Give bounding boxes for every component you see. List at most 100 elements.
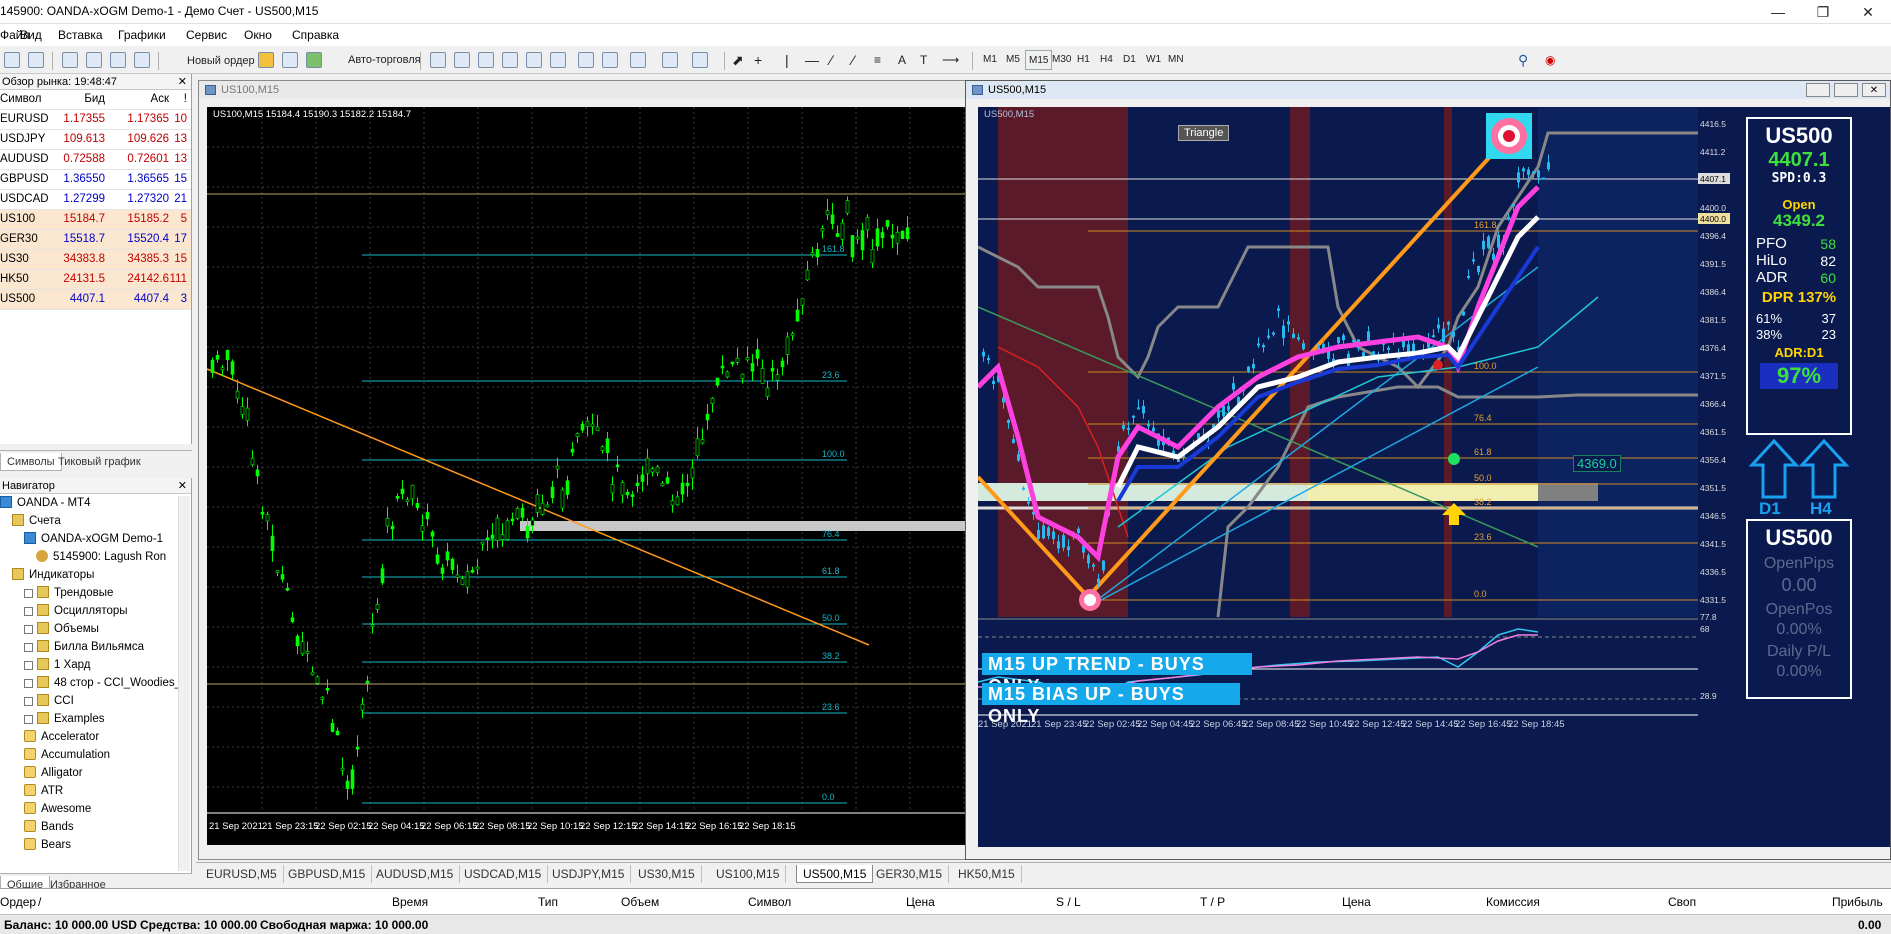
chart-us100-area[interactable]: 161.8 23.6 100.0 76.4 61.8 50.0 38.2 23.6 0.0 US… <box>207 107 965 845</box>
market-watch-row[interactable]: GER30 15518.7 15520.4 17 <box>0 230 191 250</box>
close-icon[interactable]: ✕ <box>178 478 187 494</box>
text-icon[interactable]: A <box>898 51 906 69</box>
column-symbol[interactable]: Символ <box>748 895 791 909</box>
chat-icon[interactable]: ◉ <box>1545 51 1555 69</box>
column-price[interactable]: Цена <box>906 895 935 909</box>
column-order[interactable]: Ордер <box>0 895 36 909</box>
fibonacci-icon[interactable]: ≡ <box>874 51 881 69</box>
timeframe-m1[interactable]: M1 <box>980 50 1000 70</box>
symbol-tab[interactable]: US100,M15 <box>710 865 787 883</box>
crosshair-icon[interactable]: + <box>754 51 762 69</box>
column-sl[interactable]: S / L <box>1056 895 1081 909</box>
menu-window[interactable]: Окно <box>244 28 272 42</box>
terminal-icon[interactable] <box>134 52 150 68</box>
column-sort[interactable]: / <box>38 895 41 909</box>
arrows-icon[interactable]: ⟶ <box>942 51 959 69</box>
column-profit[interactable]: Прибыль <box>1832 895 1883 909</box>
timeframe-mn[interactable]: MN <box>1165 50 1187 70</box>
periods-icon[interactable] <box>662 52 678 68</box>
cursor-icon[interactable]: ⬈ <box>732 51 744 69</box>
text-label-icon[interactable]: T <box>920 51 927 69</box>
expand-icon[interactable] <box>24 697 33 706</box>
navigator-item[interactable]: Awesome <box>0 800 191 818</box>
market-watch-row[interactable]: USDJPY 109.613 109.626 13 <box>0 130 191 150</box>
symbol-tab[interactable]: AUDUSD,M15 <box>370 865 461 883</box>
vertical-line-icon[interactable]: | <box>785 51 789 69</box>
column-ask[interactable]: Аск <box>151 93 169 105</box>
navigator-item[interactable]: Билла Вильямса <box>0 638 191 656</box>
market-watch-row[interactable]: EURUSD 1.17355 1.17365 10 <box>0 110 191 130</box>
navigator-item[interactable]: 48 стор - CCI_Woodies_L <box>0 674 191 692</box>
symbol-tab[interactable]: GER30,M15 <box>870 865 950 883</box>
navigator-item[interactable]: OANDA - MT4 <box>0 494 191 512</box>
navigator-item[interactable]: ATR <box>0 782 191 800</box>
market-watch-row[interactable]: AUDUSD 0.72588 0.72601 13 <box>0 150 191 170</box>
bar-chart-icon[interactable] <box>430 52 446 68</box>
expand-icon[interactable] <box>24 589 33 598</box>
chart-us100-canvas[interactable]: 161.8 23.6 100.0 76.4 61.8 50.0 38.2 23.6 0.0 <box>207 107 965 845</box>
templates-icon[interactable] <box>692 52 708 68</box>
minimize-button[interactable]: — <box>1755 0 1801 24</box>
symbol-tab[interactable]: GBPUSD,M15 <box>282 865 373 883</box>
zoom-in-icon[interactable] <box>502 52 518 68</box>
navigator-item[interactable]: 1 Хард <box>0 656 191 674</box>
menu-tools[interactable]: Сервис <box>186 28 227 42</box>
symbol-tab[interactable]: HK50,M15 <box>952 865 1022 883</box>
navigator-item[interactable]: Alligator <box>0 764 191 782</box>
timeframe-m5[interactable]: M5 <box>1003 50 1023 70</box>
new-chart-icon[interactable] <box>28 52 44 68</box>
column-tp[interactable]: T / P <box>1200 895 1225 909</box>
candlestick-icon[interactable] <box>454 52 470 68</box>
market-watch-row[interactable]: US500 4407.1 4407.4 3 <box>0 290 191 310</box>
autotrading-button[interactable]: Авто-торговля <box>330 51 421 69</box>
column-symbol[interactable]: Символ <box>0 93 41 105</box>
market-watch-row[interactable]: HK50 24131.5 24142.6 111 <box>0 270 191 290</box>
navigator-item[interactable]: Осцилляторы <box>0 602 191 620</box>
expand-icon[interactable] <box>24 643 33 652</box>
navigator-item[interactable]: 5145900: Lagush Ron <box>0 548 191 566</box>
column-volume[interactable]: Объем <box>621 895 659 909</box>
chart-window-us500-header[interactable]: US500,M15 ✕ <box>966 81 1890 99</box>
expand-icon[interactable] <box>24 679 33 688</box>
menu-charts[interactable]: Графики <box>118 28 166 42</box>
column-swap[interactable]: Своп <box>1668 895 1696 909</box>
expand-icon[interactable] <box>24 607 33 616</box>
navigator-item[interactable]: OANDA-xOGM Demo-1 <box>0 530 191 548</box>
meta-editor-icon[interactable] <box>258 52 274 68</box>
column-spread[interactable]: ! <box>184 93 187 105</box>
column-price-2[interactable]: Цена <box>1342 895 1371 909</box>
navigator-item[interactable]: Объемы <box>0 620 191 638</box>
symbol-tab[interactable]: USDCAD,M15 <box>458 865 549 883</box>
navigator-item[interactable]: Трендовые <box>0 584 191 602</box>
zoom-out-icon[interactable] <box>526 52 542 68</box>
close-icon[interactable]: ✕ <box>178 74 187 90</box>
timeframe-m30[interactable]: M30 <box>1049 50 1074 70</box>
navigator-item[interactable]: Счета <box>0 512 191 530</box>
symbol-tab[interactable]: USDJPY,M15 <box>546 865 632 883</box>
timeframe-w1[interactable]: W1 <box>1143 50 1164 70</box>
timeframe-h4[interactable]: H4 <box>1097 50 1116 70</box>
tile-windows-icon[interactable] <box>550 52 566 68</box>
navigator-icon[interactable] <box>110 52 126 68</box>
line-chart-icon[interactable] <box>478 52 494 68</box>
menu-insert[interactable]: Вставка <box>58 28 103 42</box>
profiles-icon[interactable] <box>4 52 20 68</box>
horizontal-line-icon[interactable]: — <box>805 51 819 69</box>
menu-view[interactable]: Вид <box>20 28 42 42</box>
indicators-icon[interactable] <box>630 52 646 68</box>
market-watch-icon[interactable] <box>62 52 78 68</box>
chart-window-us500[interactable]: US500,M15 ✕ US500,M15 Triangle 4416.5 441… <box>965 80 1891 860</box>
navigator-item[interactable]: Accumulation <box>0 746 191 764</box>
market-watch-row[interactable]: USDCAD 1.27299 1.27320 21 <box>0 190 191 210</box>
maximize-button[interactable]: ❐ <box>1800 0 1846 24</box>
autoscroll-icon[interactable] <box>602 52 618 68</box>
timeframe-h1[interactable]: H1 <box>1074 50 1093 70</box>
tab-tick-chart[interactable]: Тиковый график <box>52 453 147 471</box>
column-time[interactable]: Время <box>392 895 428 909</box>
chart-shift-icon[interactable] <box>578 52 594 68</box>
close-window-button[interactable]: ✕ <box>1845 0 1891 24</box>
search-icon[interactable]: ⚲ <box>1518 51 1528 69</box>
chart-us500-area[interactable]: US500,M15 Triangle 4416.54411.24406.1440… <box>978 107 1890 847</box>
signals-icon[interactable] <box>282 52 298 68</box>
chart-window-us100-header[interactable]: US100,M15 <box>199 81 965 99</box>
